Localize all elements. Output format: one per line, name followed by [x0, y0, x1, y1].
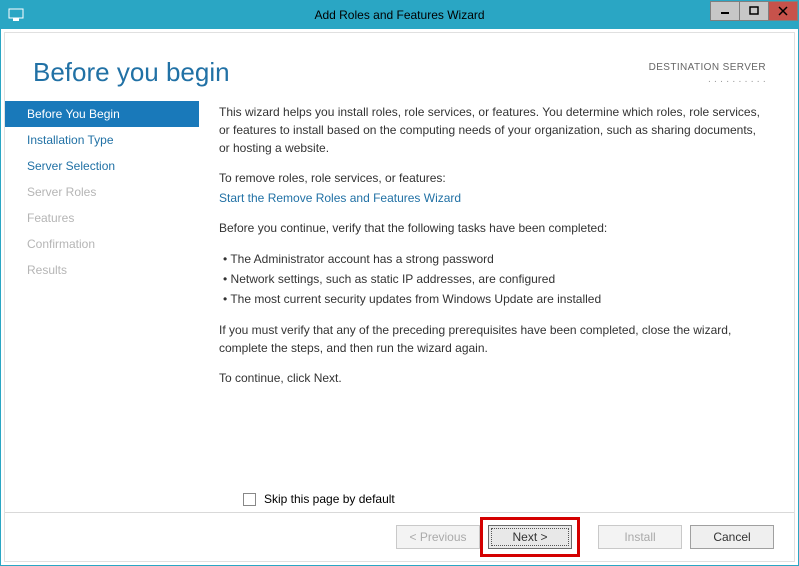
- intro-text: This wizard helps you install roles, rol…: [219, 103, 768, 157]
- sidebar-item-installation-type[interactable]: Installation Type: [5, 127, 199, 153]
- sidebar-item-confirmation: Confirmation: [5, 231, 199, 257]
- remove-intro: To remove roles, role services, or featu…: [219, 169, 768, 187]
- continue-text: To continue, click Next.: [219, 369, 768, 387]
- minimize-button[interactable]: [710, 1, 740, 21]
- header: Before you begin DESTINATION SERVER · · …: [5, 33, 794, 99]
- previous-button: < Previous: [396, 525, 480, 549]
- sidebar: Before You Begin Installation Type Serve…: [5, 99, 199, 486]
- skip-label: Skip this page by default: [264, 492, 395, 506]
- destination-name: · · · · · · · · · ·: [649, 75, 766, 89]
- verify-instruction: If you must verify that any of the prece…: [219, 321, 768, 357]
- install-button: Install: [598, 525, 682, 549]
- prerequisites-list: The Administrator account has a strong p…: [223, 249, 768, 309]
- list-item: The most current security updates from W…: [223, 289, 768, 309]
- sidebar-item-server-selection[interactable]: Server Selection: [5, 153, 199, 179]
- sidebar-item-features: Features: [5, 205, 199, 231]
- titlebar[interactable]: Add Roles and Features Wizard: [1, 1, 798, 29]
- footer: < Previous Next > Install Cancel: [5, 512, 794, 561]
- destination-server: DESTINATION SERVER · · · · · · · · · ·: [649, 57, 766, 89]
- sidebar-item-before-you-begin[interactable]: Before You Begin: [5, 101, 199, 127]
- remove-wizard-link[interactable]: Start the Remove Roles and Features Wiza…: [219, 189, 768, 207]
- window-title: Add Roles and Features Wizard: [314, 8, 484, 22]
- page-heading: Before you begin: [33, 57, 230, 88]
- list-item: Network settings, such as static IP addr…: [223, 269, 768, 289]
- verify-text: Before you continue, verify that the fol…: [219, 219, 768, 237]
- next-button[interactable]: Next >: [488, 525, 572, 549]
- skip-checkbox[interactable]: [243, 493, 256, 506]
- cancel-button[interactable]: Cancel: [690, 525, 774, 549]
- list-item: The Administrator account has a strong p…: [223, 249, 768, 269]
- close-button[interactable]: [768, 1, 798, 21]
- wizard-window: Add Roles and Features Wizard Before you…: [0, 0, 799, 566]
- content: Before you begin DESTINATION SERVER · · …: [1, 29, 798, 565]
- sidebar-item-results: Results: [5, 257, 199, 283]
- server-manager-icon: [7, 7, 25, 23]
- maximize-button[interactable]: [739, 1, 769, 21]
- main-content: This wizard helps you install roles, rol…: [199, 99, 794, 486]
- skip-checkbox-row[interactable]: Skip this page by default: [243, 492, 794, 506]
- sidebar-item-server-roles: Server Roles: [5, 179, 199, 205]
- window-controls: [711, 1, 798, 21]
- destination-label: DESTINATION SERVER: [649, 61, 766, 75]
